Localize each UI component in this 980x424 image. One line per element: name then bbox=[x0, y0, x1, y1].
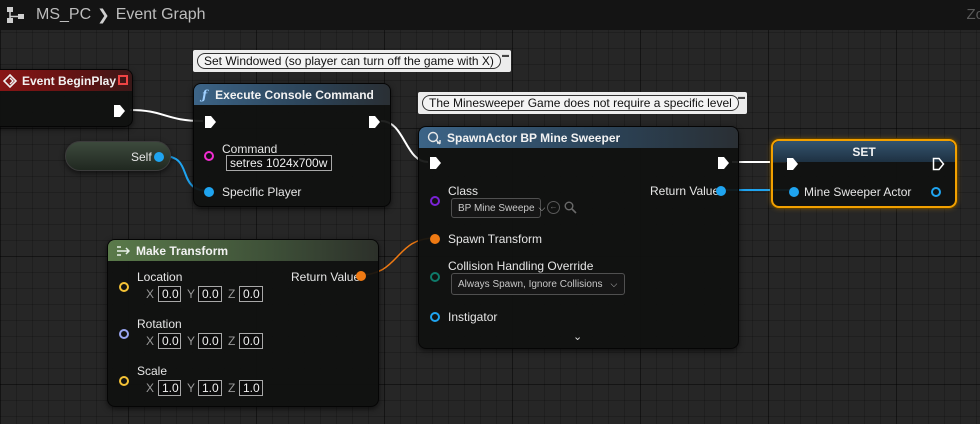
specific-player-pin[interactable] bbox=[204, 187, 214, 197]
breadcrumb-blueprint[interactable]: MS_PC bbox=[36, 6, 91, 24]
node-title: Execute Console Command bbox=[215, 87, 374, 102]
rotation-pin[interactable] bbox=[119, 329, 129, 339]
axis-y-label: Y bbox=[187, 381, 196, 395]
node-header: ƒ Execute Console Command bbox=[194, 84, 390, 105]
command-pin[interactable] bbox=[204, 151, 214, 161]
exec-in-pin[interactable] bbox=[786, 157, 799, 171]
instigator-label: Instigator bbox=[448, 310, 498, 324]
event-diamond-icon bbox=[3, 73, 17, 88]
axis-y-label: Y bbox=[187, 287, 196, 301]
return-value-label: Return Value bbox=[650, 184, 720, 198]
rotation-x-input[interactable]: 0.0 bbox=[158, 333, 181, 349]
scale-y-input[interactable]: 1.0 bbox=[198, 380, 222, 396]
collision-dropdown-value: Always Spawn, Ignore Collisions bbox=[458, 278, 603, 290]
comment-bubble-console[interactable]: Set Windowed (so player can turn off the… bbox=[193, 50, 511, 72]
axis-z-label: Z bbox=[228, 381, 236, 395]
mine-sweeper-actor-output-pin[interactable] bbox=[931, 187, 941, 197]
location-y-input[interactable]: 0.0 bbox=[198, 286, 222, 302]
location-pin[interactable] bbox=[119, 282, 129, 292]
expand-advanced-chevron-icon[interactable]: ⌄ bbox=[573, 330, 582, 343]
self-node[interactable]: Self bbox=[65, 141, 171, 171]
scale-x-input[interactable]: 1.0 bbox=[158, 380, 181, 396]
rotation-z-input[interactable]: 0.0 bbox=[239, 333, 263, 349]
return-value-label: Return Value bbox=[291, 270, 361, 284]
rotation-label: Rotation bbox=[137, 317, 182, 331]
specific-player-label: Specific Player bbox=[222, 185, 302, 199]
pin-comment-icon[interactable]: ▬ bbox=[502, 52, 509, 59]
axis-x-label: X bbox=[146, 381, 155, 395]
browse-asset-search-icon[interactable] bbox=[564, 201, 577, 214]
mine-sweeper-actor-label: Mine Sweeper Actor bbox=[804, 185, 912, 199]
exec-out-pin[interactable] bbox=[932, 157, 945, 171]
function-icon: ƒ bbox=[202, 87, 208, 102]
axis-z-label: Z bbox=[228, 334, 236, 348]
location-z-input[interactable]: 0.0 bbox=[239, 286, 263, 302]
location-label: Location bbox=[137, 270, 183, 284]
make-struct-icon bbox=[117, 245, 130, 256]
mine-sweeper-actor-input-pin[interactable] bbox=[789, 187, 799, 197]
self-label: Self bbox=[131, 150, 152, 164]
collision-handling-pin[interactable] bbox=[430, 272, 440, 282]
execute-console-command-node[interactable]: ƒ Execute Console Command Command setres… bbox=[193, 83, 391, 207]
node-header: SpawnActor BP Mine Sweeper bbox=[419, 127, 738, 148]
axis-x-label: X bbox=[146, 334, 155, 348]
spawn-transform-pin[interactable] bbox=[430, 234, 440, 244]
axis-y-label: Y bbox=[187, 334, 196, 348]
axis-z-label: Z bbox=[228, 287, 236, 301]
node-title: Make Transform bbox=[136, 243, 229, 258]
class-dropdown[interactable]: BP Mine Sweepe ⌵ bbox=[451, 198, 545, 218]
pin-comment-icon[interactable]: ▬ bbox=[738, 94, 745, 101]
location-x-input[interactable]: 0.0 bbox=[158, 286, 181, 302]
exec-in-pin[interactable] bbox=[429, 156, 442, 170]
exec-out-pin[interactable] bbox=[717, 156, 730, 170]
node-title: Event BeginPlay bbox=[22, 73, 117, 88]
exec-out-pin[interactable] bbox=[368, 115, 381, 129]
breadcrumb-graph[interactable]: Event Graph bbox=[116, 6, 206, 24]
chevron-right-icon: ❯ bbox=[97, 7, 110, 24]
command-input[interactable]: setres 1024x700w bbox=[226, 155, 332, 171]
event-beginplay-node[interactable]: Event BeginPlay bbox=[0, 69, 133, 127]
chevron-down-icon: ⌵ bbox=[610, 278, 618, 289]
use-selected-asset-icon[interactable]: ← bbox=[547, 201, 560, 214]
collision-handling-dropdown[interactable]: Always Spawn, Ignore Collisions ⌵ bbox=[451, 273, 625, 295]
comment-text: Set Windowed (so player can turn off the… bbox=[197, 53, 501, 69]
axis-x-label: X bbox=[146, 287, 155, 301]
exec-out-pin[interactable] bbox=[113, 104, 126, 118]
graph-tree-icon bbox=[7, 7, 24, 23]
class-dropdown-value: BP Mine Sweepe bbox=[458, 202, 535, 214]
scale-z-input[interactable]: 1.0 bbox=[239, 380, 263, 396]
scale-label: Scale bbox=[137, 364, 168, 378]
node-header: Make Transform bbox=[108, 240, 378, 261]
zoom-label: Zo bbox=[966, 6, 980, 23]
node-header: Event BeginPlay bbox=[0, 70, 132, 91]
spawn-transform-label: Spawn Transform bbox=[448, 232, 543, 246]
node-header: SET bbox=[773, 141, 955, 162]
node-title: SET bbox=[852, 144, 876, 159]
command-label: Command bbox=[222, 142, 278, 156]
instigator-pin[interactable] bbox=[430, 312, 440, 322]
node-title: SpawnActor BP Mine Sweeper bbox=[447, 130, 621, 145]
comment-bubble-spawn[interactable]: The Minesweeper Game does not require a … bbox=[418, 92, 747, 114]
class-pin[interactable] bbox=[430, 196, 440, 206]
comment-text: The Minesweeper Game does not require a … bbox=[422, 95, 739, 111]
delegate-pin-icon[interactable] bbox=[118, 75, 128, 85]
spawn-actor-icon bbox=[427, 131, 441, 144]
scale-pin[interactable] bbox=[119, 376, 129, 386]
make-transform-node[interactable]: Make Transform Return Value Location X 0… bbox=[107, 239, 379, 407]
collision-handling-label: Collision Handling Override bbox=[448, 259, 594, 273]
exec-in-pin[interactable] bbox=[204, 115, 217, 129]
self-output-pin[interactable] bbox=[154, 152, 164, 162]
spawn-actor-node[interactable]: SpawnActor BP Mine Sweeper Class BP Mine… bbox=[418, 126, 739, 349]
rotation-y-input[interactable]: 0.0 bbox=[198, 333, 222, 349]
set-variable-node[interactable]: SET Mine Sweeper Actor bbox=[771, 139, 957, 208]
class-label: Class bbox=[448, 184, 479, 198]
transform-output-pin[interactable] bbox=[356, 271, 366, 281]
breadcrumb-bar: MS_PC ❯ Event Graph Zo bbox=[0, 0, 980, 30]
return-value-pin[interactable] bbox=[716, 186, 726, 196]
chevron-down-icon: ⌵ bbox=[538, 202, 546, 213]
